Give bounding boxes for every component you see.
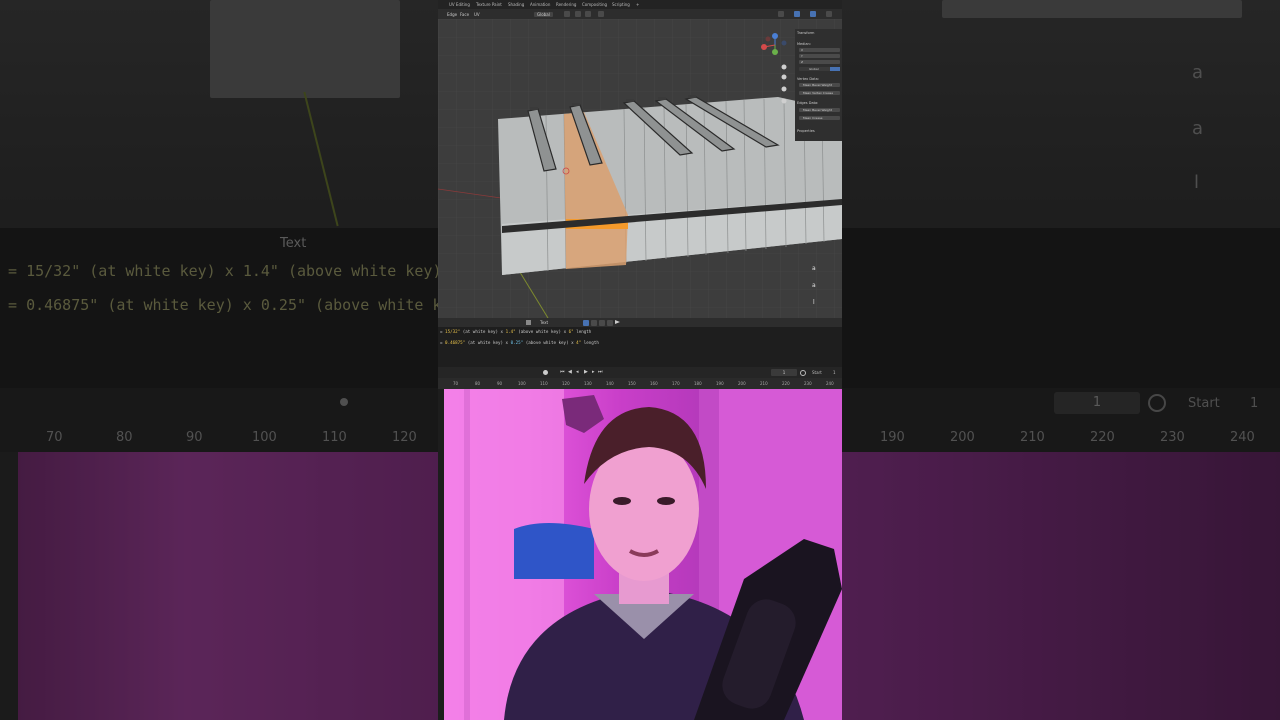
text-editor-body[interactable]: = 15/32" (at white key) x 1.4" (above wh… <box>438 327 842 367</box>
blender-window: UV Editing Texture Paint Shading Animati… <box>438 0 842 720</box>
viewport-header: Edge Face UV Global <box>438 9 842 19</box>
blurred-background-right: a a l 1 Start 1 190 200 210 220 230 240 <box>842 0 1280 720</box>
vertex-bevel-field[interactable]: Mean Bevel Weight <box>799 83 840 87</box>
3d-viewport[interactable]: a a l <box>438 19 842 318</box>
wall-figure <box>562 395 604 433</box>
frame-tick: 220 <box>782 381 790 386</box>
right-eye <box>657 497 675 505</box>
timeline-ruler[interactable]: 70 80 90 100 110 120 130 140 150 160 170… <box>438 378 842 389</box>
space-toggle[interactable]: Global <box>799 67 840 71</box>
viewport-letter: a <box>812 265 816 272</box>
menu-face[interactable]: Face <box>460 12 469 17</box>
frame-tick: 230 <box>804 381 812 386</box>
frame-tick: 130 <box>584 381 592 386</box>
proportional-edit-icon[interactable] <box>598 11 604 17</box>
prev-key-icon[interactable]: ◀ <box>568 369 572 375</box>
play-icon[interactable]: ▶ <box>584 369 588 375</box>
frame-tick: 190 <box>716 381 724 386</box>
frame-tick: 120 <box>562 381 570 386</box>
webcam-video <box>444 389 842 720</box>
transform-header[interactable]: Transform <box>797 31 814 35</box>
door-frame <box>464 389 470 720</box>
left-eye <box>613 497 631 505</box>
frame-tick: 70 <box>453 381 459 386</box>
viewport-letter: l <box>813 299 815 306</box>
add-workspace-icon[interactable]: + <box>636 2 639 7</box>
current-frame-field[interactable]: 1 <box>771 369 797 376</box>
tab-rendering[interactable]: Rendering <box>556 2 576 7</box>
blue-cloth <box>514 523 594 579</box>
gizmo-toggle-icon[interactable] <box>778 11 784 17</box>
vertex-crease-field[interactable]: Mean Vertex Crease <box>799 91 840 95</box>
clock-icon[interactable] <box>800 370 806 376</box>
menu-uv[interactable]: UV <box>474 12 480 17</box>
blurred-background-left: Text = 15/32" (at white key) x 1.4" (abo… <box>0 0 438 720</box>
text-line-1: = 15/32" (at white key) x 1.4" (above wh… <box>440 329 592 334</box>
start-value[interactable]: 1 <box>833 370 836 375</box>
word-wrap-icon[interactable] <box>591 320 597 326</box>
timeline: ⏮ ◀ ◂ ▶ ▸ ⏭ 1 Start 1 70 80 90 100 110 1… <box>438 367 842 389</box>
shading-solid-icon[interactable] <box>810 11 816 17</box>
median-y-field[interactable]: Y <box>799 54 840 58</box>
text-block-name[interactable]: Text <box>540 320 548 325</box>
frame-tick: 90 <box>497 381 503 386</box>
tab-animation[interactable]: Animation <box>530 2 550 7</box>
run-script-icon[interactable] <box>615 320 620 324</box>
edge-data-label: Edges Data: <box>797 101 819 105</box>
frame-tick: 210 <box>760 381 768 386</box>
workspace-tabs-bar: UV Editing Texture Paint Shading Animati… <box>438 0 842 9</box>
sidebar-n-panel: Transform Median: X Y Z Global Vertex Da… <box>795 29 842 141</box>
timeline-header: ⏮ ◀ ◂ ▶ ▸ ⏭ 1 Start 1 <box>438 367 842 378</box>
median-z-field[interactable]: Z <box>799 60 840 64</box>
frame-tick: 150 <box>628 381 636 386</box>
median-label: Median: <box>797 42 811 46</box>
tab-compositing[interactable]: Compositing <box>582 2 607 7</box>
edge-crease-field[interactable]: Mean Crease <box>799 116 840 120</box>
tab-scripting[interactable]: Scripting <box>612 2 630 7</box>
viewport-scene <box>438 19 842 318</box>
median-x-field[interactable]: X <box>799 48 840 52</box>
tab-uv-editing[interactable]: UV Editing <box>449 2 470 7</box>
menu-edge[interactable]: Edge <box>447 12 457 17</box>
snap-icon[interactable] <box>575 11 581 17</box>
syntax-icon[interactable] <box>599 320 605 326</box>
record-icon[interactable] <box>543 370 548 375</box>
orientation-dropdown[interactable]: Global <box>534 12 553 17</box>
frame-tick: 160 <box>650 381 658 386</box>
text-line-2: = 0.46875" (at white key) x 0.25" (above… <box>440 340 599 345</box>
next-key-icon[interactable]: ▸ <box>592 369 595 375</box>
webcam-scene <box>444 389 842 720</box>
shading-material-icon[interactable] <box>826 11 832 17</box>
frame-tick: 200 <box>738 381 746 386</box>
vertex-data-label: Vertex Data: <box>797 77 819 81</box>
tab-shading[interactable]: Shading <box>508 2 524 7</box>
snap-target-icon[interactable] <box>585 11 591 17</box>
properties-header[interactable]: Properties <box>797 129 815 133</box>
jump-start-icon[interactable]: ⏮ <box>560 369 565 375</box>
frame-tick: 80 <box>475 381 481 386</box>
tab-texture-paint[interactable]: Texture Paint <box>476 2 502 7</box>
start-label: Start <box>812 370 822 375</box>
play-reverse-icon[interactable]: ◂ <box>576 369 579 375</box>
editor-type-icon[interactable] <box>526 320 531 325</box>
jump-end-icon[interactable]: ⏭ <box>598 369 603 375</box>
pivot-icon[interactable] <box>564 11 570 17</box>
frame-tick: 240 <box>826 381 834 386</box>
frame-tick: 170 <box>672 381 680 386</box>
text-editor-header: Text <box>438 318 842 327</box>
frame-tick: 100 <box>518 381 526 386</box>
frame-tick: 180 <box>694 381 702 386</box>
frame-tick: 140 <box>606 381 614 386</box>
close-text-icon[interactable] <box>607 320 613 326</box>
viewport-letter: a <box>812 282 816 289</box>
edge-bevel-field[interactable]: Mean Bevel Weight <box>799 108 840 112</box>
line-numbers-icon[interactable] <box>583 320 589 326</box>
xray-icon[interactable] <box>794 11 800 17</box>
frame-tick: 110 <box>540 381 548 386</box>
